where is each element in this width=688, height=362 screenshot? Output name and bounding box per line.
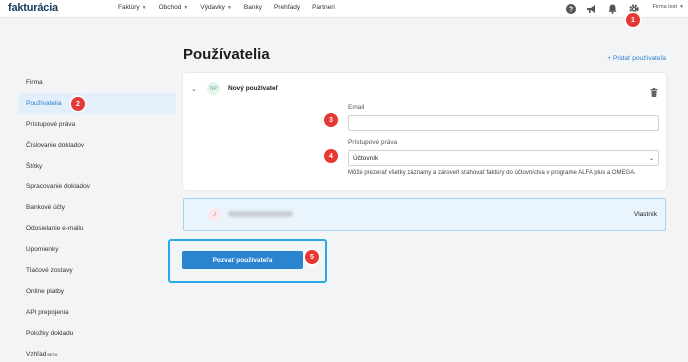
page-title: Používatelia xyxy=(183,46,270,63)
beta-badge: BETA xyxy=(47,351,58,357)
megaphone-icon[interactable] xyxy=(585,2,598,15)
chevron-down-icon: ▼ xyxy=(183,5,189,11)
step-marker: 4 xyxy=(324,149,338,163)
sidebar-item-cislovanie-dokladov[interactable]: Číslovanie dokladov xyxy=(18,135,176,156)
email-field[interactable] xyxy=(348,115,659,131)
bell-icon[interactable] xyxy=(606,2,619,15)
sidebar-item-odosielanie-emailu[interactable]: Odosielanie e-mailu xyxy=(18,218,176,239)
owner-user-card[interactable]: J Vlastník xyxy=(183,198,666,231)
chevron-down-icon[interactable]: ⌄ xyxy=(191,85,197,93)
sidebar-item-vzhlad[interactable]: Vzhľad BETA xyxy=(18,344,176,362)
new-user-title: Nový používateľ xyxy=(228,85,279,92)
step-marker: 3 xyxy=(324,113,338,127)
sidebar-item-online-platby[interactable]: Online platby xyxy=(18,281,176,302)
sidebar-item-api-prepojenia[interactable]: API prepojenia xyxy=(18,302,176,323)
top-bar: fakturácia Faktúry ▼ Obchod ▼ Výdavky ▼ Ban… xyxy=(0,0,688,18)
avatar: J xyxy=(208,208,221,221)
access-rights-description: Môže prezerať všetky záznamy a zároveň s… xyxy=(348,170,636,176)
step-marker: 1 xyxy=(626,13,640,27)
step-marker: 5 xyxy=(305,250,319,264)
nav-item-vydavky[interactable]: Výdavky ▼ xyxy=(200,4,232,11)
nav-item-partneri[interactable]: Partneri xyxy=(312,4,335,11)
sidebar-item-upomienky[interactable]: Upomienky xyxy=(18,239,176,260)
company-name: Firma test xyxy=(652,4,678,10)
nav-item-banky[interactable]: Banky xyxy=(244,4,262,11)
sidebar-item-pouzivatelia[interactable]: Používatelia xyxy=(18,92,176,114)
access-rights-value: Účtovník xyxy=(353,154,379,162)
help-icon[interactable]: ? xyxy=(564,2,577,15)
company-switcher[interactable]: Firma test ▼ xyxy=(653,4,684,10)
invite-user-button[interactable]: Pozvať používateľa xyxy=(182,251,303,269)
chevron-down-icon: ⌄ xyxy=(648,156,654,162)
avatar: NP xyxy=(207,82,220,95)
sidebar-item-tlacove-zostavy[interactable]: Tlačové zostavy xyxy=(18,260,176,281)
access-rights-select[interactable]: Účtovník ⌄ xyxy=(348,150,659,166)
chevron-down-icon: ▼ xyxy=(141,5,147,11)
nav-item-prehlady[interactable]: Prehľady xyxy=(274,4,300,11)
nav-item-obchod[interactable]: Obchod ▼ xyxy=(159,4,189,11)
sidebar-item-pristupove-prava[interactable]: Prístupové práva xyxy=(18,114,176,135)
email-label: Email xyxy=(348,104,365,111)
sidebar-item-label: Vzhľad xyxy=(26,350,47,358)
sidebar-item-firma[interactable]: Firma xyxy=(18,72,176,93)
owner-role: Vlastník xyxy=(633,211,657,218)
trash-icon[interactable] xyxy=(650,84,658,97)
chevron-down-icon: ▼ xyxy=(679,4,684,10)
settings-sidebar: Firma Používatelia Prístupové práva Čísl… xyxy=(18,72,176,362)
add-user-link[interactable]: + Pridať používateľa xyxy=(607,55,666,62)
nav-label: Obchod xyxy=(158,4,182,11)
sidebar-item-polozky-dokladu[interactable]: Položky dokladu xyxy=(18,323,176,344)
nav-item-faktury[interactable]: Faktúry ▼ xyxy=(118,4,147,11)
access-rights-label: Prístupové práva xyxy=(348,139,398,146)
nav-label: Faktúry xyxy=(118,4,140,11)
sidebar-item-spracovanie-dokladov[interactable]: Spracovanie dokladov xyxy=(18,176,176,197)
add-user-label: Pridať používateľa xyxy=(612,55,666,62)
sidebar-item-stitky[interactable]: Štítky xyxy=(18,156,176,177)
step-marker: 2 xyxy=(71,97,85,111)
nav-label: Výdavky xyxy=(200,4,225,11)
app-logo[interactable]: fakturácia xyxy=(8,2,58,14)
svg-text:?: ? xyxy=(568,6,572,13)
sidebar-item-bankove-ucty[interactable]: Bankové účty xyxy=(18,197,176,218)
new-user-card: ⌄ NP Nový používateľ Email Prístupové pr… xyxy=(183,73,666,190)
chevron-down-icon: ▼ xyxy=(226,5,232,11)
main-nav: Faktúry ▼ Obchod ▼ Výdavky ▼ Banky Prehľady… xyxy=(118,4,335,11)
owner-email-blurred xyxy=(228,211,293,217)
